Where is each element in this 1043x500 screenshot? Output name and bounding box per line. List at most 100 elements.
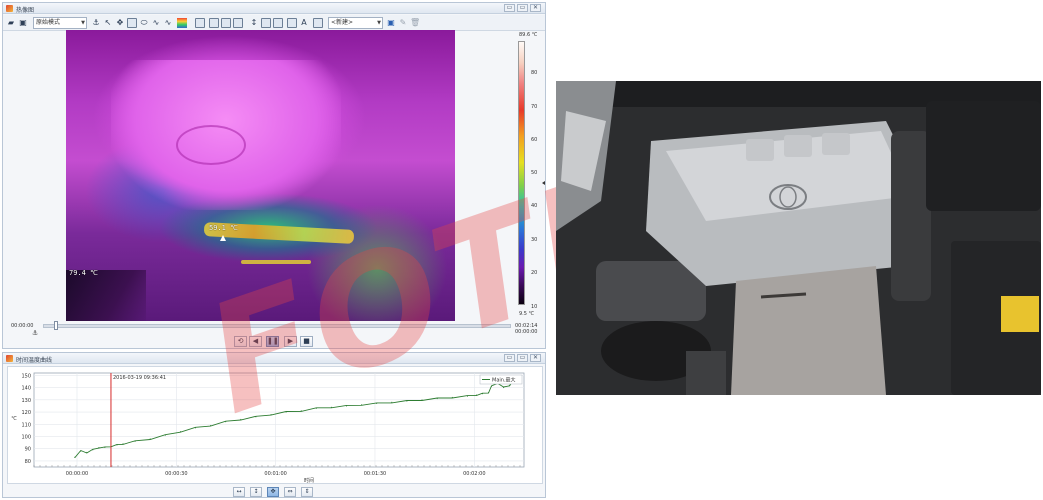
anchor-icon: ⚓ [32,329,39,337]
series-point [80,450,82,452]
close-button[interactable]: ✕ [530,4,541,12]
y-tick-label: 90 [25,447,31,453]
series-point [164,434,166,436]
exhaust-heat-shield [731,266,886,395]
fit-x-icon[interactable]: ⇔ [284,487,296,497]
maximize-button[interactable]: ▭ [517,4,528,12]
palette-min-label: 9.5 ℃ [519,311,535,317]
object-select[interactable]: <新建> ▼ [328,17,383,29]
palette-tick: 20 [531,270,538,276]
minimize-button[interactable]: ▭ [504,354,515,362]
x-tick-label: 00:02:00 [463,471,485,477]
x-tick-label: 00:00:30 [165,471,187,477]
palette-tick: 50 [531,170,538,176]
thermal-image[interactable]: 59.1 ℃ 79.4 ℃ [66,30,455,321]
series-point [116,444,118,446]
step-forward-icon[interactable]: ▶ [284,336,297,347]
curve-window-controls: ▭ ▭ ✕ [502,354,541,363]
edit-object-icon[interactable]: ✎ [398,18,408,28]
legend-label: Main.最大 [492,377,516,384]
series-point [466,395,468,397]
alarm-low-icon[interactable] [221,18,231,28]
cold-spot-label: 79.4 ℃ [69,269,98,277]
palette-bar[interactable] [518,41,525,305]
series-point [179,431,181,433]
dual-view-icon[interactable] [287,18,297,28]
open-folder-icon[interactable]: ▰ [6,18,16,28]
y-tick-label: 110 [21,422,31,428]
x-tick-label: 00:00:00 [66,471,88,477]
y-tick-label: 140 [21,386,31,392]
thermal-image-window: 热像图 ▭ ▭ ✕ ▰ ▣ 原始模式 ▼ ⚓ ↖ ✥ ⬭ ∿ ∿ ↕ A <新建> … [2,2,546,349]
palette-max-label: 89.6 ℃ [519,32,538,38]
anchor-icon[interactable]: ⚓ [91,18,101,28]
chevron-down-icon: ▼ [81,20,85,26]
thermal-toolbar: ▰ ▣ 原始模式 ▼ ⚓ ↖ ✥ ⬭ ∿ ∿ ↕ A <新建> ▼ ▣ ✎ 🗑 [3,15,545,31]
pause-icon[interactable]: ❚❚ [266,336,279,347]
air-box [926,101,1041,211]
series-point [488,392,489,393]
series-point [451,396,453,398]
series-point [391,401,393,403]
alarm-interval-icon[interactable] [233,18,243,28]
pan-icon[interactable]: ✥ [267,487,279,497]
isotherm-icon[interactable] [195,18,205,28]
step-back-icon[interactable]: ◀ [249,336,262,347]
pointer-icon[interactable]: ↖ [103,18,113,28]
series-point [149,438,151,440]
series-point [74,456,76,458]
cold-corner [66,270,146,321]
ellipse-tool-icon[interactable]: ⬭ [139,18,149,28]
spot-tool-icon[interactable]: ✥ [115,18,125,28]
object-select-value: <新建> [331,19,354,26]
series-point [491,385,492,387]
curve-window-title: 时间温度曲线 [16,357,53,364]
playback-seek-thumb[interactable] [54,321,58,330]
palette-tick: 30 [531,237,538,243]
zoom-y-icon[interactable]: ↕ [250,487,262,497]
maximize-button[interactable]: ▭ [517,354,528,362]
grid-icon[interactable] [313,18,323,28]
polyline-tool-icon[interactable]: ∿ [163,18,173,28]
series-point [210,425,212,426]
save-icon[interactable]: ▣ [18,18,28,28]
zoom-x-icon[interactable]: ↔ [233,487,245,497]
series-point [406,400,408,402]
y-tick-label: 150 [21,373,31,379]
temperature-curve-chart[interactable]: 150 140 130 120 110 100 90 80 00:00:00 00:00:30 00… [7,366,543,484]
x-axis-title: 时间 [304,477,314,483]
close-button[interactable]: ✕ [530,354,541,362]
delete-object-icon[interactable]: 🗑 [410,18,420,28]
rectangle-tool-icon[interactable] [127,18,137,28]
palette-pointer-icon[interactable] [542,181,545,185]
stop-icon[interactable]: ■ [300,336,313,347]
save-object-icon[interactable]: ▣ [386,18,396,28]
cover-rib [784,135,812,157]
text-annotation-icon[interactable]: A [299,18,309,28]
minimize-button[interactable]: ▭ [504,4,515,12]
series-point [330,406,332,408]
series-point [92,449,94,451]
oil-cap-thermal [176,125,246,165]
alarm-high-icon[interactable] [209,18,219,28]
palette-tick: 70 [531,104,538,110]
curve-window-icon [6,355,13,362]
fit-y-icon[interactable]: ⇕ [301,487,313,497]
mode-select[interactable]: 原始模式 ▼ [33,17,87,29]
palette-tick: 80 [531,70,538,76]
plot-area [33,372,525,468]
palette-icon[interactable] [177,18,187,28]
measure-icon[interactable]: ↕ [249,18,259,28]
picture-in-picture-icon[interactable] [273,18,283,28]
cover-rib [822,133,850,155]
series-point [475,394,477,396]
hot-spot-marker-icon[interactable] [220,235,226,241]
playback-seek-bar[interactable] [43,324,511,328]
thermal-window-title: 热像图 [16,7,35,14]
palette-tick: 10 [531,304,538,310]
series-point [361,404,363,406]
image-fit-icon[interactable] [261,18,271,28]
loop-icon[interactable]: ⟲ [234,336,247,347]
palette-tick: 60 [531,137,538,143]
line-tool-icon[interactable]: ∿ [151,18,161,28]
